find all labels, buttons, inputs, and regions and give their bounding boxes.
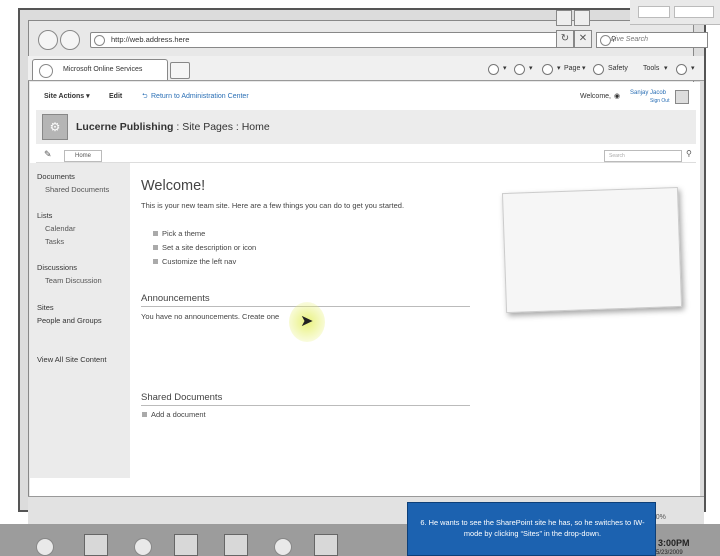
minimize-button[interactable]	[556, 10, 572, 26]
taskbar-button[interactable]	[314, 534, 338, 556]
shared-documents-title[interactable]: Shared Documents	[141, 392, 470, 406]
safety-menu[interactable]: Safety	[608, 63, 628, 75]
nav-item-shared-documents[interactable]: Shared Documents	[45, 185, 109, 194]
nav-lists-header[interactable]: Lists	[37, 211, 52, 220]
chevron-down-icon[interactable]: ▾	[664, 63, 668, 75]
search-icon[interactable]: ⚲	[611, 33, 703, 47]
chevron-down-icon[interactable]: ▾	[529, 63, 533, 75]
clock-time[interactable]: 3:00PM	[658, 538, 690, 548]
chevron-down-icon[interactable]: ▾	[582, 63, 586, 75]
add-document-label: Add a document	[151, 410, 206, 419]
close-window-button[interactable]	[574, 10, 590, 26]
search-go-icon[interactable]: ⚲	[686, 149, 692, 158]
nav-item-team-discussion[interactable]: Team Discussion	[45, 276, 102, 285]
tray-block	[638, 6, 670, 18]
welcome-heading: Welcome!	[141, 178, 206, 194]
new-tab-button[interactable]	[170, 62, 190, 79]
live-search-box[interactable]: Live Search ⚲	[596, 32, 708, 48]
site-actions-label: Site Actions	[44, 93, 85, 100]
nav-item-calendar[interactable]: Calendar	[45, 224, 75, 233]
help-icon[interactable]	[676, 64, 687, 75]
address-url: http://web.address.here	[111, 35, 190, 44]
edit-button[interactable]: Edit	[109, 88, 122, 106]
window-tray-top	[630, 0, 720, 25]
taskbar-button[interactable]	[174, 534, 198, 556]
site-image-placeholder	[501, 186, 683, 314]
site-actions-menu[interactable]: Site Actions ▾	[44, 88, 90, 106]
page-title: Lucerne Publishing : Site Pages : Home	[76, 121, 270, 133]
task-set-site-description[interactable]: Set a site description or icon	[152, 243, 257, 252]
task-label: Pick a theme	[162, 229, 206, 238]
taskbar-button[interactable]	[84, 534, 108, 556]
home-icon[interactable]	[488, 64, 499, 75]
page-icon	[94, 35, 105, 46]
help-button[interactable]	[675, 90, 689, 104]
announcements-empty-text[interactable]: You have no announcements. Create one	[141, 312, 279, 321]
site-title-link[interactable]: Lucerne Publishing	[76, 121, 173, 133]
site-logo: ⚙	[42, 114, 68, 140]
edit-page-icon[interactable]: ✎	[44, 149, 52, 160]
nav-documents-header[interactable]: Documents	[37, 172, 75, 181]
chevron-down-icon[interactable]: ▾	[503, 63, 507, 75]
tab-title: Microsoft Online Services	[63, 66, 143, 73]
print-icon[interactable]	[542, 64, 553, 75]
taskbar-circle-button[interactable]	[274, 538, 292, 556]
nav-discussions-header[interactable]: Discussions	[37, 263, 77, 272]
site-search-placeholder: Search	[609, 153, 625, 159]
tab-favicon-icon	[39, 64, 53, 78]
return-arrow-icon: ⮌	[142, 93, 148, 100]
welcome-prefix: Welcome,	[580, 93, 611, 100]
back-button[interactable]	[38, 30, 58, 50]
tutorial-callout: 6. He wants to see the SharePoint site h…	[407, 502, 656, 556]
nav-view-all-site-content[interactable]: View All Site Content	[37, 355, 107, 364]
task-label: Set a site description or icon	[162, 243, 257, 252]
tray-block	[674, 6, 714, 18]
breadcrumb: : Site Pages : Home	[173, 121, 270, 133]
taskbar-circle-button[interactable]	[134, 538, 152, 556]
sharepoint-top-bar: Site Actions ▾ Edit ⮌ Return to Administ…	[30, 88, 700, 106]
search-provider-icon	[600, 35, 611, 46]
stop-button[interactable]: ✕	[574, 30, 592, 48]
task-customize-left-nav[interactable]: Customize the left nav	[152, 257, 237, 266]
tab-microsoft-online-services[interactable]: Microsoft Online Services	[32, 59, 168, 80]
home-tab[interactable]: Home	[64, 150, 102, 162]
intro-text: This is your new team site. Here are a f…	[141, 201, 405, 210]
mouse-cursor-icon: ➤	[300, 313, 314, 330]
forward-button[interactable]	[60, 30, 80, 50]
callout-text: 6. He wants to see the SharePoint site h…	[420, 518, 645, 538]
feeds-icon[interactable]	[514, 64, 525, 75]
start-button[interactable]	[36, 538, 54, 556]
page-menu[interactable]: Page	[564, 63, 580, 75]
safety-icon[interactable]	[593, 64, 604, 75]
taskbar-button[interactable]	[224, 534, 248, 556]
sign-out-link[interactable]: Sign Out	[650, 92, 669, 110]
clock-date: 5/23/2009	[656, 550, 683, 556]
chevron-down-icon[interactable]: ▾	[691, 63, 695, 75]
add-document-link[interactable]: Add a document	[142, 410, 206, 419]
address-bar[interactable]: http://web.address.here	[90, 32, 572, 48]
site-search-input[interactable]: Search	[604, 150, 682, 162]
task-label: Customize the left nav	[162, 257, 237, 266]
user-presence-icon: ◉	[614, 93, 621, 100]
return-to-admin-link[interactable]: Return to Administration Center	[151, 88, 249, 106]
chevron-down-icon[interactable]: ▾	[557, 63, 561, 75]
task-pick-theme[interactable]: Pick a theme	[152, 229, 206, 238]
tools-menu[interactable]: Tools	[643, 63, 659, 75]
navigation-bar	[36, 148, 696, 163]
nav-sites-header[interactable]: Sites	[37, 303, 54, 312]
nav-people-and-groups[interactable]: People and Groups	[37, 316, 102, 325]
refresh-button[interactable]: ↻	[556, 30, 574, 48]
nav-item-tasks[interactable]: Tasks	[45, 237, 64, 246]
